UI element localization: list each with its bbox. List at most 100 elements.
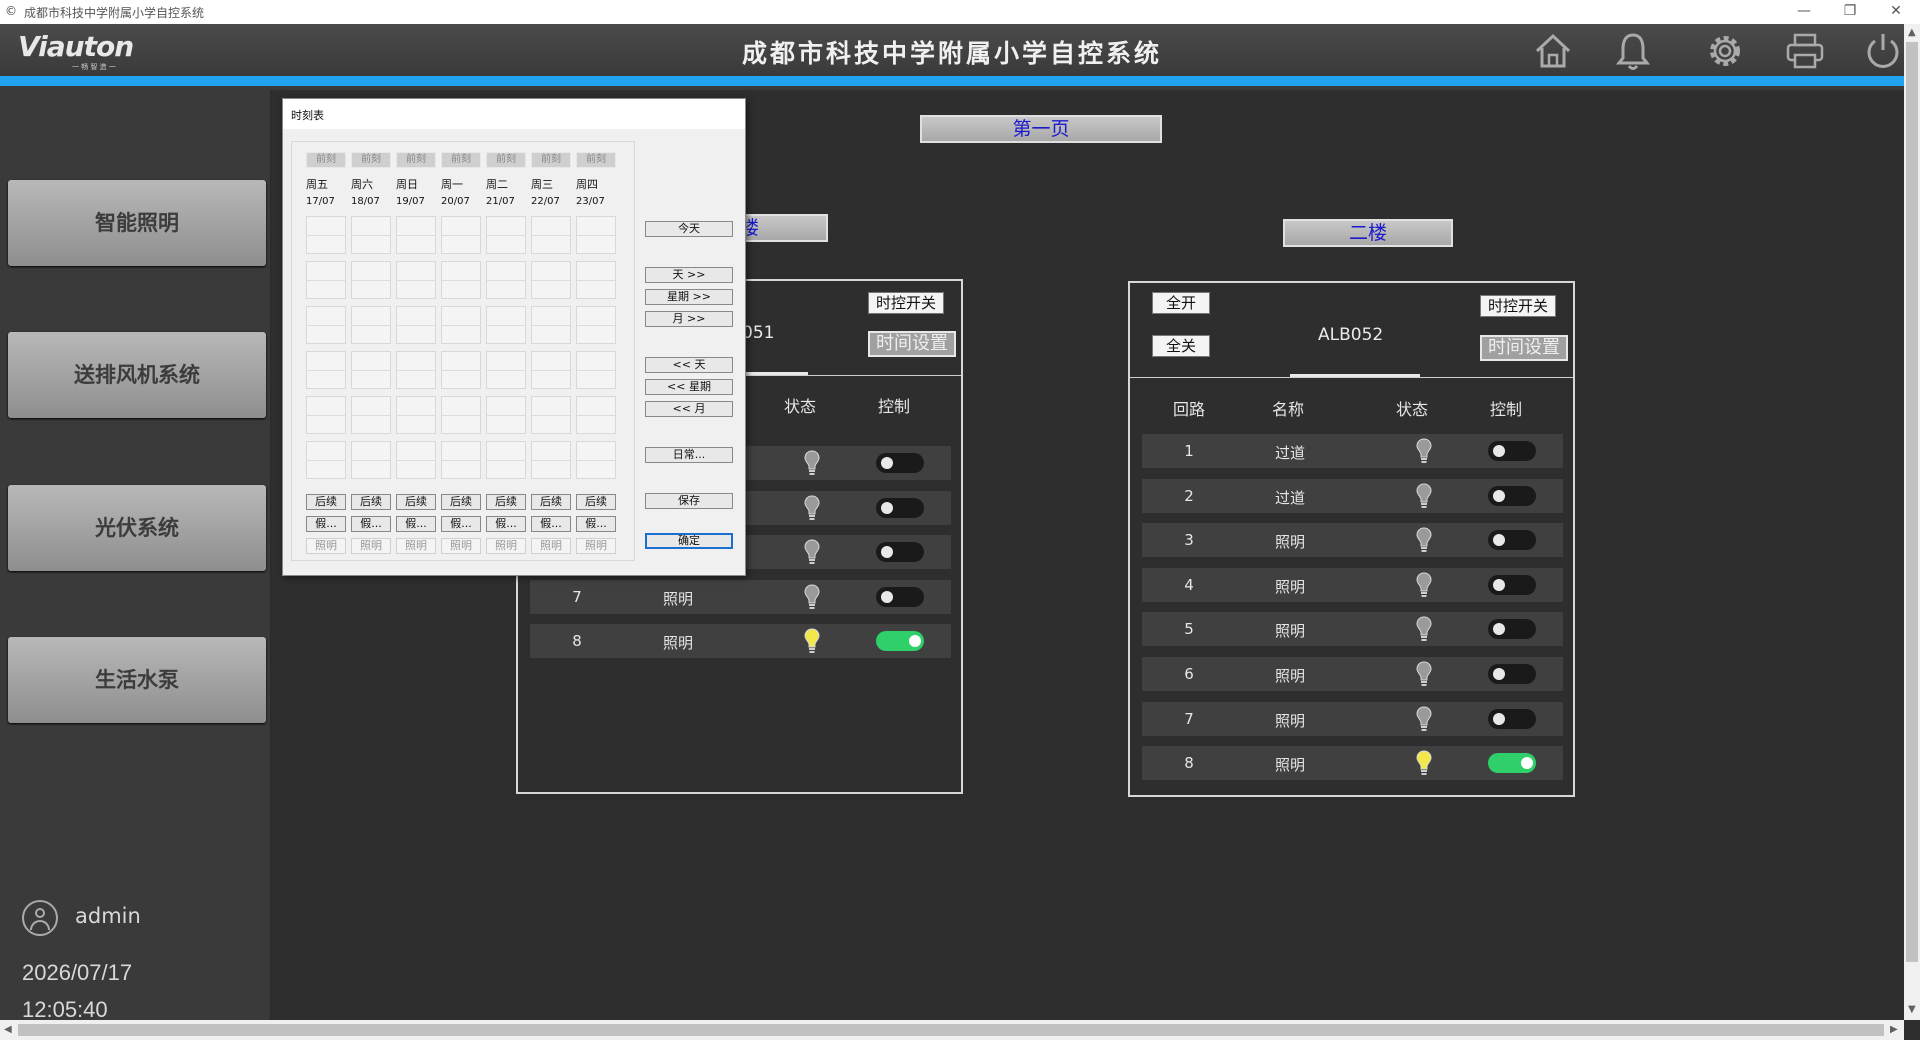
scroll-down-icon[interactable]: ▼: [1908, 1004, 1916, 1015]
schedule-cell[interactable]: [306, 306, 346, 344]
light-toggle[interactable]: [1488, 530, 1536, 551]
ok-button[interactable]: 确定: [645, 533, 733, 549]
time-setting-button[interactable]: 时间设置: [1480, 335, 1568, 361]
schedule-cell[interactable]: [531, 216, 571, 254]
schedule-cell[interactable]: [396, 396, 436, 434]
schedule-cell[interactable]: [486, 351, 526, 389]
schedule-cell[interactable]: [351, 306, 391, 344]
scroll-up-icon[interactable]: ▲: [1908, 27, 1916, 38]
holiday-button[interactable]: 假...: [486, 516, 526, 532]
sidebar-item-smart-lighting[interactable]: 智能照明: [8, 180, 266, 266]
next-slot-button[interactable]: 后续: [396, 494, 436, 510]
holiday-button[interactable]: 假...: [396, 516, 436, 532]
schedule-cell[interactable]: [306, 351, 346, 389]
next-slot-button[interactable]: 后续: [531, 494, 571, 510]
schedule-cell[interactable]: [486, 396, 526, 434]
month-back-button[interactable]: << 月: [645, 401, 733, 417]
schedule-cell[interactable]: [531, 441, 571, 479]
light-toggle[interactable]: [876, 497, 924, 518]
schedule-cell[interactable]: [441, 396, 481, 434]
home-icon[interactable]: [1532, 30, 1574, 72]
daily-button[interactable]: 日常...: [645, 447, 733, 463]
light-toggle[interactable]: [1488, 664, 1536, 684]
schedule-cell[interactable]: [351, 396, 391, 434]
scroll-thumb[interactable]: [1906, 42, 1918, 962]
vertical-scrollbar[interactable]: ▲ ▼: [1904, 24, 1920, 1020]
next-slot-button[interactable]: 后续: [306, 494, 346, 510]
schedule-cell[interactable]: [306, 261, 346, 299]
minimize-button[interactable]: —: [1782, 0, 1826, 24]
light-toggle[interactable]: [1488, 708, 1536, 729]
schedule-cell[interactable]: [441, 441, 481, 479]
holiday-button[interactable]: 假...: [306, 516, 346, 532]
schedule-cell[interactable]: [531, 396, 571, 434]
printer-icon[interactable]: [1784, 30, 1826, 72]
next-slot-button[interactable]: 后续: [351, 494, 391, 510]
schedule-cell[interactable]: [531, 351, 571, 389]
schedule-cell[interactable]: [576, 306, 616, 344]
prev-slot-button[interactable]: 前刻: [531, 152, 571, 168]
schedule-cell[interactable]: [396, 216, 436, 254]
schedule-cell[interactable]: [441, 306, 481, 344]
light-toggle[interactable]: [876, 586, 924, 607]
schedule-cell[interactable]: [396, 351, 436, 389]
schedule-cell[interactable]: [486, 306, 526, 344]
prev-slot-button[interactable]: 前刻: [396, 152, 436, 168]
schedule-cell[interactable]: [306, 441, 346, 479]
prev-slot-button[interactable]: 前刻: [486, 152, 526, 168]
holiday-button[interactable]: 假...: [441, 516, 481, 532]
today-button[interactable]: 今天: [645, 221, 733, 237]
bell-icon[interactable]: [1612, 30, 1654, 72]
schedule-cell[interactable]: [396, 441, 436, 479]
next-slot-button[interactable]: 后续: [486, 494, 526, 510]
schedule-cell[interactable]: [396, 261, 436, 299]
schedule-cell[interactable]: [351, 441, 391, 479]
timer-switch-button[interactable]: 时控开关: [868, 292, 944, 314]
schedule-cell[interactable]: [441, 216, 481, 254]
light-toggle[interactable]: [1488, 619, 1536, 640]
schedule-cell[interactable]: [351, 216, 391, 254]
next-slot-button[interactable]: 后续: [441, 494, 481, 510]
schedule-cell[interactable]: [531, 261, 571, 299]
sidebar-item-water-pump[interactable]: 生活水泵: [8, 637, 266, 723]
close-button[interactable]: ✕: [1874, 0, 1918, 24]
schedule-cell[interactable]: [576, 216, 616, 254]
holiday-button[interactable]: 假...: [576, 516, 616, 532]
next-slot-button[interactable]: 后续: [576, 494, 616, 510]
schedule-cell[interactable]: [486, 261, 526, 299]
schedule-cell[interactable]: [576, 351, 616, 389]
timer-switch-button[interactable]: 时控开关: [1480, 295, 1556, 317]
schedule-cell[interactable]: [576, 441, 616, 479]
time-setting-button[interactable]: 时间设置: [868, 331, 956, 357]
week-back-button[interactable]: << 星期: [645, 379, 733, 395]
floor2-button[interactable]: 二楼: [1283, 219, 1453, 247]
holiday-button[interactable]: 假...: [531, 516, 571, 532]
schedule-cell[interactable]: [351, 351, 391, 389]
sidebar-item-ventilation[interactable]: 送排风机系统: [8, 332, 266, 418]
page-button[interactable]: 第一页: [920, 115, 1162, 143]
schedule-cell[interactable]: [441, 261, 481, 299]
holiday-button[interactable]: 假...: [351, 516, 391, 532]
schedule-cell[interactable]: [441, 351, 481, 389]
power-icon[interactable]: [1862, 30, 1904, 72]
light-toggle[interactable]: [1488, 485, 1536, 506]
light-toggle[interactable]: [876, 542, 924, 563]
light-toggle[interactable]: [1488, 441, 1536, 461]
week-forward-button[interactable]: 星期 >>: [645, 289, 733, 305]
light-toggle[interactable]: [1488, 753, 1536, 774]
all-off-button[interactable]: 全关: [1152, 335, 1210, 357]
schedule-cell[interactable]: [396, 306, 436, 344]
schedule-cell[interactable]: [576, 261, 616, 299]
save-button[interactable]: 保存: [645, 493, 733, 509]
sidebar-item-photovoltaic[interactable]: 光伏系统: [8, 485, 266, 571]
horizontal-scrollbar[interactable]: ◀ ▶: [0, 1020, 1904, 1040]
schedule-cell[interactable]: [306, 216, 346, 254]
day-back-button[interactable]: << 天: [645, 357, 733, 373]
prev-slot-button[interactable]: 前刻: [576, 152, 616, 168]
light-toggle[interactable]: [876, 631, 924, 652]
restore-button[interactable]: ❐: [1828, 0, 1872, 24]
prev-slot-button[interactable]: 前刻: [441, 152, 481, 168]
month-forward-button[interactable]: 月 >>: [645, 311, 733, 327]
light-toggle[interactable]: [1488, 574, 1536, 595]
prev-slot-button[interactable]: 前刻: [351, 152, 391, 168]
